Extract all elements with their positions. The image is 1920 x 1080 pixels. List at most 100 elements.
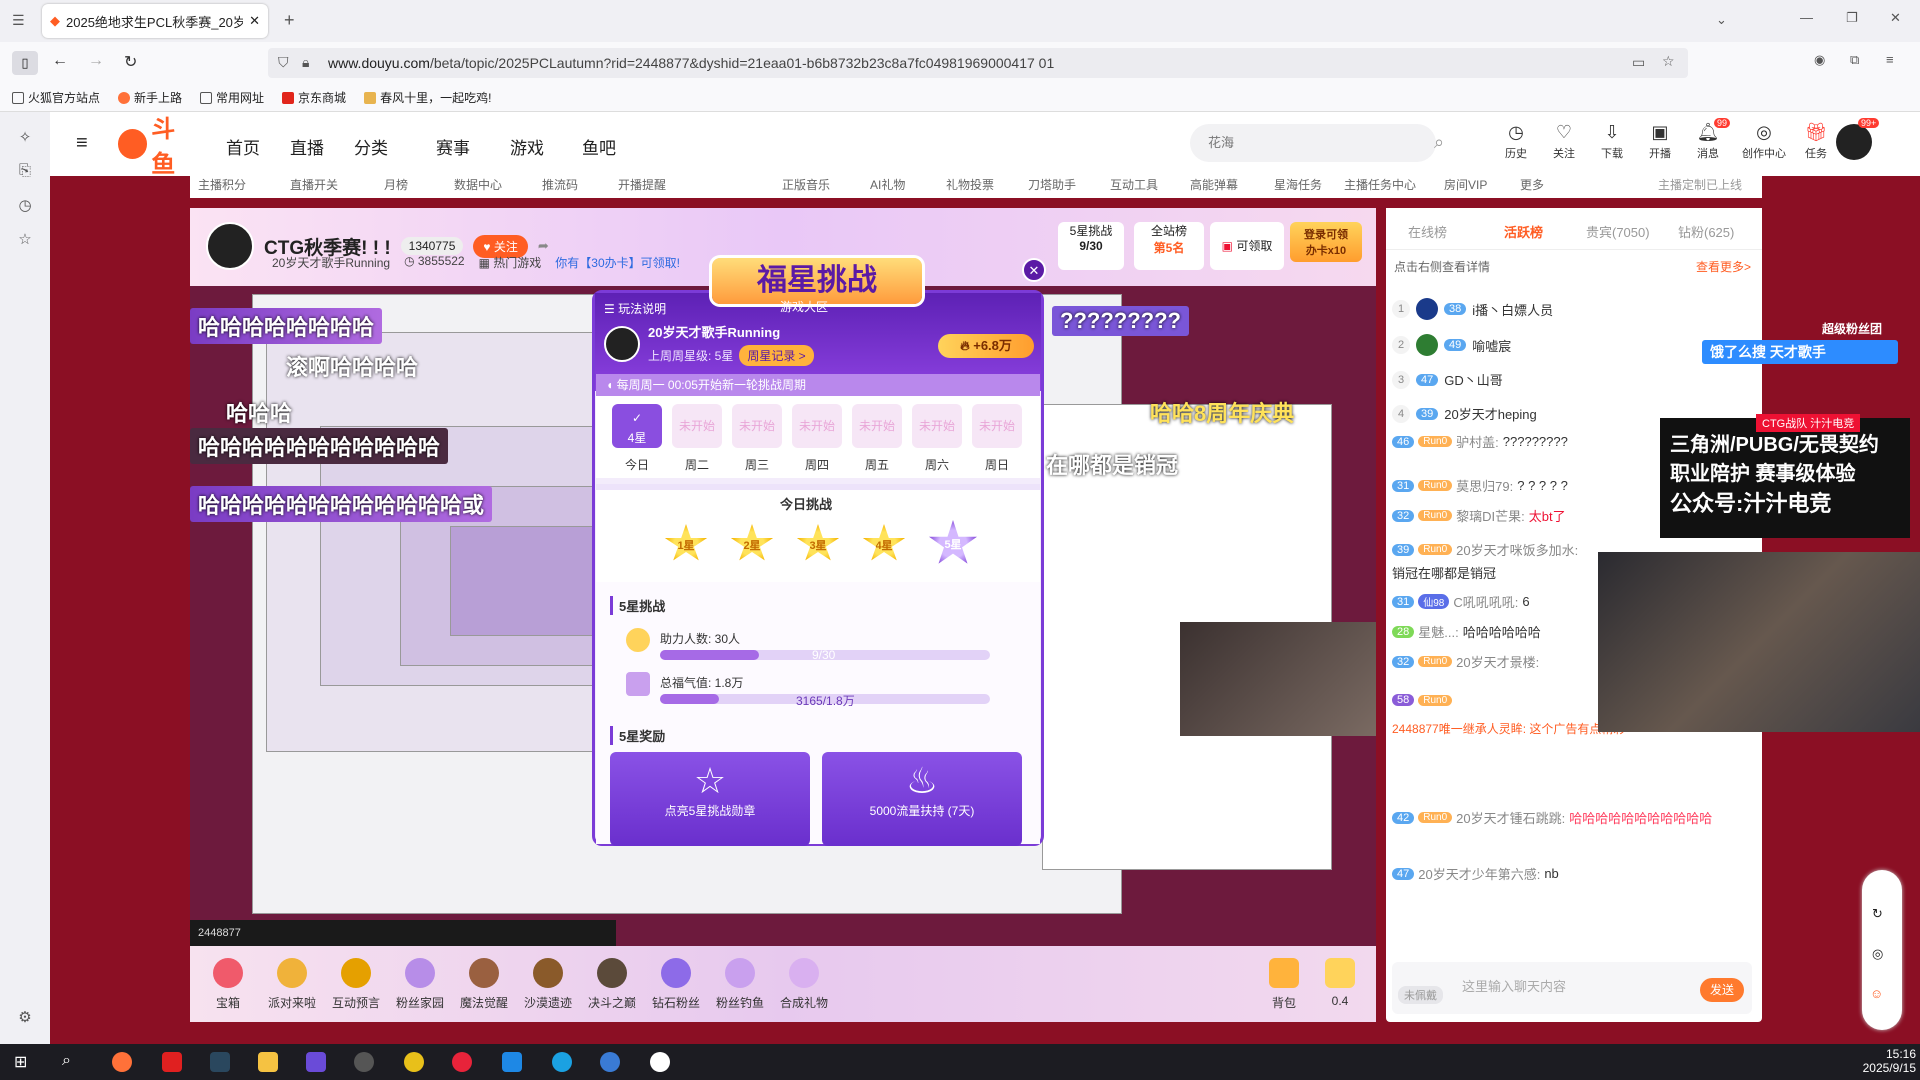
sidebar-toggle-icon[interactable]: ☰ bbox=[12, 12, 25, 29]
obs-icon[interactable] bbox=[354, 1052, 374, 1072]
explorer-icon[interactable] bbox=[258, 1052, 278, 1072]
tab-online[interactable]: 在线榜 bbox=[1408, 222, 1447, 241]
wps-icon[interactable] bbox=[162, 1052, 182, 1072]
settings-icon[interactable]: ⚙ bbox=[16, 1008, 34, 1026]
card-notice[interactable]: 你有【30办卡】可领取! bbox=[555, 254, 680, 271]
nav-fishbar[interactable]: 鱼吧 bbox=[582, 134, 616, 159]
room-category[interactable]: ▦ 热门游戏 bbox=[479, 254, 542, 271]
backpack-button[interactable]: 背包 bbox=[1254, 958, 1314, 1011]
refresh-icon[interactable]: ↻ bbox=[1872, 906, 1883, 922]
bookmark-item[interactable]: 春风十里，一起吃鸡! bbox=[364, 89, 491, 106]
chat-message[interactable]: 46 Run0 驴村盖:????????? bbox=[1392, 432, 1568, 451]
target-icon[interactable]: ◎ bbox=[1872, 946, 1883, 962]
history-icon[interactable]: ◷ bbox=[16, 196, 34, 214]
window-close-icon[interactable]: ✕ bbox=[1890, 10, 1901, 26]
toolbar-item[interactable]: 更多 bbox=[1520, 176, 1544, 193]
gift-item[interactable]: 0.4 bbox=[1310, 958, 1370, 1008]
bookmarks-icon[interactable]: ☆ bbox=[16, 230, 34, 248]
start-icon[interactable]: ⊞ bbox=[14, 1052, 27, 1072]
gift-item[interactable]: 钻石粉丝 bbox=[646, 958, 706, 1011]
bookmark-item[interactable]: 京东商城 bbox=[282, 89, 346, 106]
bookmark-star-icon[interactable]: ☆ bbox=[1662, 53, 1675, 70]
toolbar-item[interactable]: 主播定制已上线 bbox=[1658, 176, 1742, 193]
toolbar-item[interactable]: AI礼物 bbox=[870, 176, 905, 193]
tasks-button[interactable]: 🎁︎ 任务 bbox=[1796, 122, 1836, 161]
chat-message[interactable]: 28 星魅...: 哈哈哈哈哈哈 bbox=[1392, 622, 1541, 641]
toolbar-item[interactable]: 主播积分 bbox=[198, 176, 246, 193]
rank-row[interactable]: 2 49 喻嘘宸 bbox=[1392, 334, 1511, 356]
toolbar-item[interactable]: 开播提醒 bbox=[618, 176, 666, 193]
chat-message[interactable]: 39 Run0 20岁天才咪饭多加水: 销冠在哪都是销冠 bbox=[1392, 540, 1592, 582]
nav-live[interactable]: 直播 bbox=[290, 134, 324, 159]
reward-card[interactable]: ☆ 点亮5星挑战勋章 bbox=[610, 752, 810, 846]
start-live-button[interactable]: ▣ 开播 bbox=[1640, 122, 1680, 161]
app-icon[interactable] bbox=[600, 1052, 620, 1072]
tab-diamond[interactable]: 钻粉(625) bbox=[1678, 222, 1734, 241]
toolbar-item[interactable]: 月榜 bbox=[384, 176, 408, 193]
streamer-avatar[interactable] bbox=[206, 222, 254, 270]
nav-events[interactable]: 赛事 bbox=[436, 134, 470, 159]
login-claim-button[interactable]: 登录可领 办卡x10 bbox=[1290, 222, 1362, 262]
bookmark-item[interactable]: 常用网址 bbox=[200, 89, 264, 106]
chat-input[interactable]: 这里输入聊天内容 bbox=[1392, 962, 1752, 1014]
gift-item[interactable]: 派对来啦 bbox=[262, 958, 322, 1011]
tab-list-icon[interactable]: ⌄ bbox=[1716, 12, 1727, 28]
chat-message[interactable]: 32 Run0 黎璃DI芒果: 太bt了 bbox=[1392, 506, 1566, 525]
nav-category[interactable]: 分类 bbox=[354, 134, 388, 159]
ai-icon[interactable]: ✧ bbox=[16, 128, 34, 146]
app-icon[interactable] bbox=[502, 1052, 522, 1072]
creator-center-button[interactable]: ◎ 创作中心 bbox=[1736, 122, 1792, 161]
tab-close-icon[interactable]: ✕ bbox=[249, 13, 260, 29]
menu-icon[interactable]: ≡ bbox=[1886, 52, 1894, 67]
record-button[interactable]: 周星记录 > bbox=[739, 345, 814, 366]
gift-item[interactable]: 粉丝钓鱼 bbox=[710, 958, 770, 1011]
search-icon[interactable]: ⌕ bbox=[1434, 132, 1444, 153]
claim-button[interactable]: ▣ 可领取 bbox=[1210, 222, 1284, 270]
download-button[interactable]: ⇩ 下载 bbox=[1592, 122, 1632, 161]
badge-toggle[interactable]: 未佩戴 bbox=[1398, 986, 1443, 1004]
toolbar-item[interactable]: 直播开关 bbox=[290, 176, 338, 193]
new-tab-icon[interactable]: + bbox=[284, 10, 295, 31]
tab-active[interactable]: 活跃榜 bbox=[1504, 222, 1543, 241]
toolbar-item[interactable]: 刀塔助手 bbox=[1028, 176, 1076, 193]
toolbar-item[interactable]: 星海任务 bbox=[1274, 176, 1322, 193]
rank-row[interactable]: 4 39 20岁天才heping bbox=[1392, 404, 1537, 423]
day-today[interactable]: ✓ 4星 今日 bbox=[612, 404, 662, 473]
toolbar-item[interactable]: 互动工具 bbox=[1110, 176, 1158, 193]
gift-item[interactable]: 互动预言 bbox=[326, 958, 386, 1011]
gift-item[interactable]: 决斗之巅 bbox=[582, 958, 642, 1011]
firefox-icon[interactable] bbox=[112, 1052, 132, 1072]
gift-item[interactable]: 合成礼物 bbox=[774, 958, 834, 1011]
bookmark-item[interactable]: 火狐官方站点 bbox=[12, 89, 100, 106]
back-icon[interactable]: ← bbox=[52, 52, 68, 70]
toolbar-item[interactable]: 主播任务中心 bbox=[1344, 176, 1416, 193]
url-bar[interactable]: ⛉ 🔒︎ www.douyu.com/beta/topic/2025PCLaut… bbox=[268, 48, 1688, 78]
browser-tab[interactable]: ◆ 2025绝地求生PCL秋季赛_20岁 ✕ bbox=[42, 4, 268, 38]
gift-item[interactable]: 粉丝家园 bbox=[390, 958, 450, 1011]
gift-item[interactable]: 沙漠遗迹 bbox=[518, 958, 578, 1011]
chat-message[interactable]: 31 Run0 莫思归79:? ? ? ? ? bbox=[1392, 476, 1568, 495]
toolbar-item[interactable]: 数据中心 bbox=[454, 176, 502, 193]
tab-vip[interactable]: 贵宾(7050) bbox=[1586, 222, 1650, 241]
hamburger-icon[interactable]: ≡ bbox=[76, 132, 88, 155]
support-icon[interactable]: ☺ bbox=[1870, 986, 1883, 1001]
bookmark-item[interactable]: 新手上路 bbox=[118, 89, 182, 106]
sync-icon[interactable]: ⎘ bbox=[16, 162, 34, 180]
search-input[interactable]: 花海 bbox=[1190, 124, 1436, 162]
popup-close-button[interactable]: ✕ bbox=[1022, 258, 1046, 282]
reader-icon[interactable]: ▭ bbox=[1632, 54, 1645, 71]
restore-icon[interactable]: ❐ bbox=[1846, 10, 1858, 26]
forward-icon[interactable]: → bbox=[88, 52, 104, 70]
qq-icon[interactable] bbox=[650, 1052, 670, 1072]
site-rank-card[interactable]: 全站榜 第5名 bbox=[1134, 222, 1204, 270]
boost-button[interactable]: 🔥︎ +6.8万 bbox=[938, 334, 1034, 358]
gift-item[interactable]: 宝箱 bbox=[198, 958, 258, 1011]
app-icon[interactable] bbox=[306, 1052, 326, 1072]
sidebar-icon[interactable]: ▯ bbox=[12, 51, 38, 75]
rank-row[interactable]: 1 38 i播丶白嫖人员 bbox=[1392, 298, 1553, 320]
extensions-icon[interactable]: ⧉ bbox=[1850, 52, 1859, 68]
chat-message[interactable]: 31 仙98 C吼吼吼吼: 6 bbox=[1392, 592, 1530, 611]
nav-games[interactable]: 游戏 bbox=[510, 134, 544, 159]
send-button[interactable]: 发送 bbox=[1700, 978, 1744, 1002]
search-ad[interactable]: 饿了么搜 天才歌手 bbox=[1702, 340, 1898, 364]
